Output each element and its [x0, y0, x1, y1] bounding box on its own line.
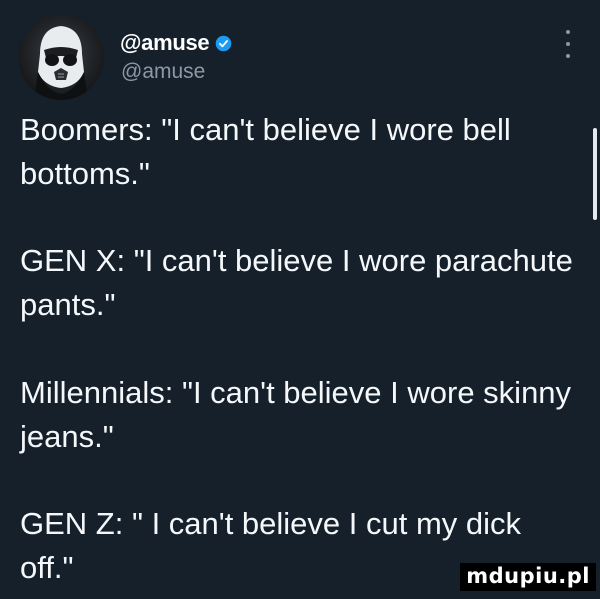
avatar[interactable]	[18, 14, 104, 100]
verified-badge-icon	[216, 35, 232, 51]
more-options-icon[interactable]	[560, 30, 576, 58]
dot-icon	[566, 42, 570, 46]
author-handle[interactable]: @amuse	[121, 60, 205, 84]
scrollbar-thumb[interactable]	[593, 128, 597, 220]
tweet-paragraph-gen-x: GEN X: "I can't believe I wore parachute…	[20, 243, 573, 323]
tweet-screenshot: @amuse @amuse Boomers: "I can't believe …	[0, 0, 600, 599]
tweet-paragraph-millennials: Millennials: "I can't believe I wore ski…	[20, 374, 572, 454]
dot-icon	[566, 54, 570, 58]
dot-icon	[566, 30, 570, 34]
stormtrooper-icon	[34, 26, 88, 100]
site-watermark: mdupiu.pl	[460, 563, 596, 591]
display-name[interactable]: @amuse	[120, 30, 210, 56]
tweet-paragraph-boomers: Boomers: "I can't believe I wore bell bo…	[20, 112, 511, 191]
tweet-text: Boomers: "I can't believe I wore bell bo…	[20, 108, 580, 590]
author-name-row: @amuse	[120, 30, 232, 56]
